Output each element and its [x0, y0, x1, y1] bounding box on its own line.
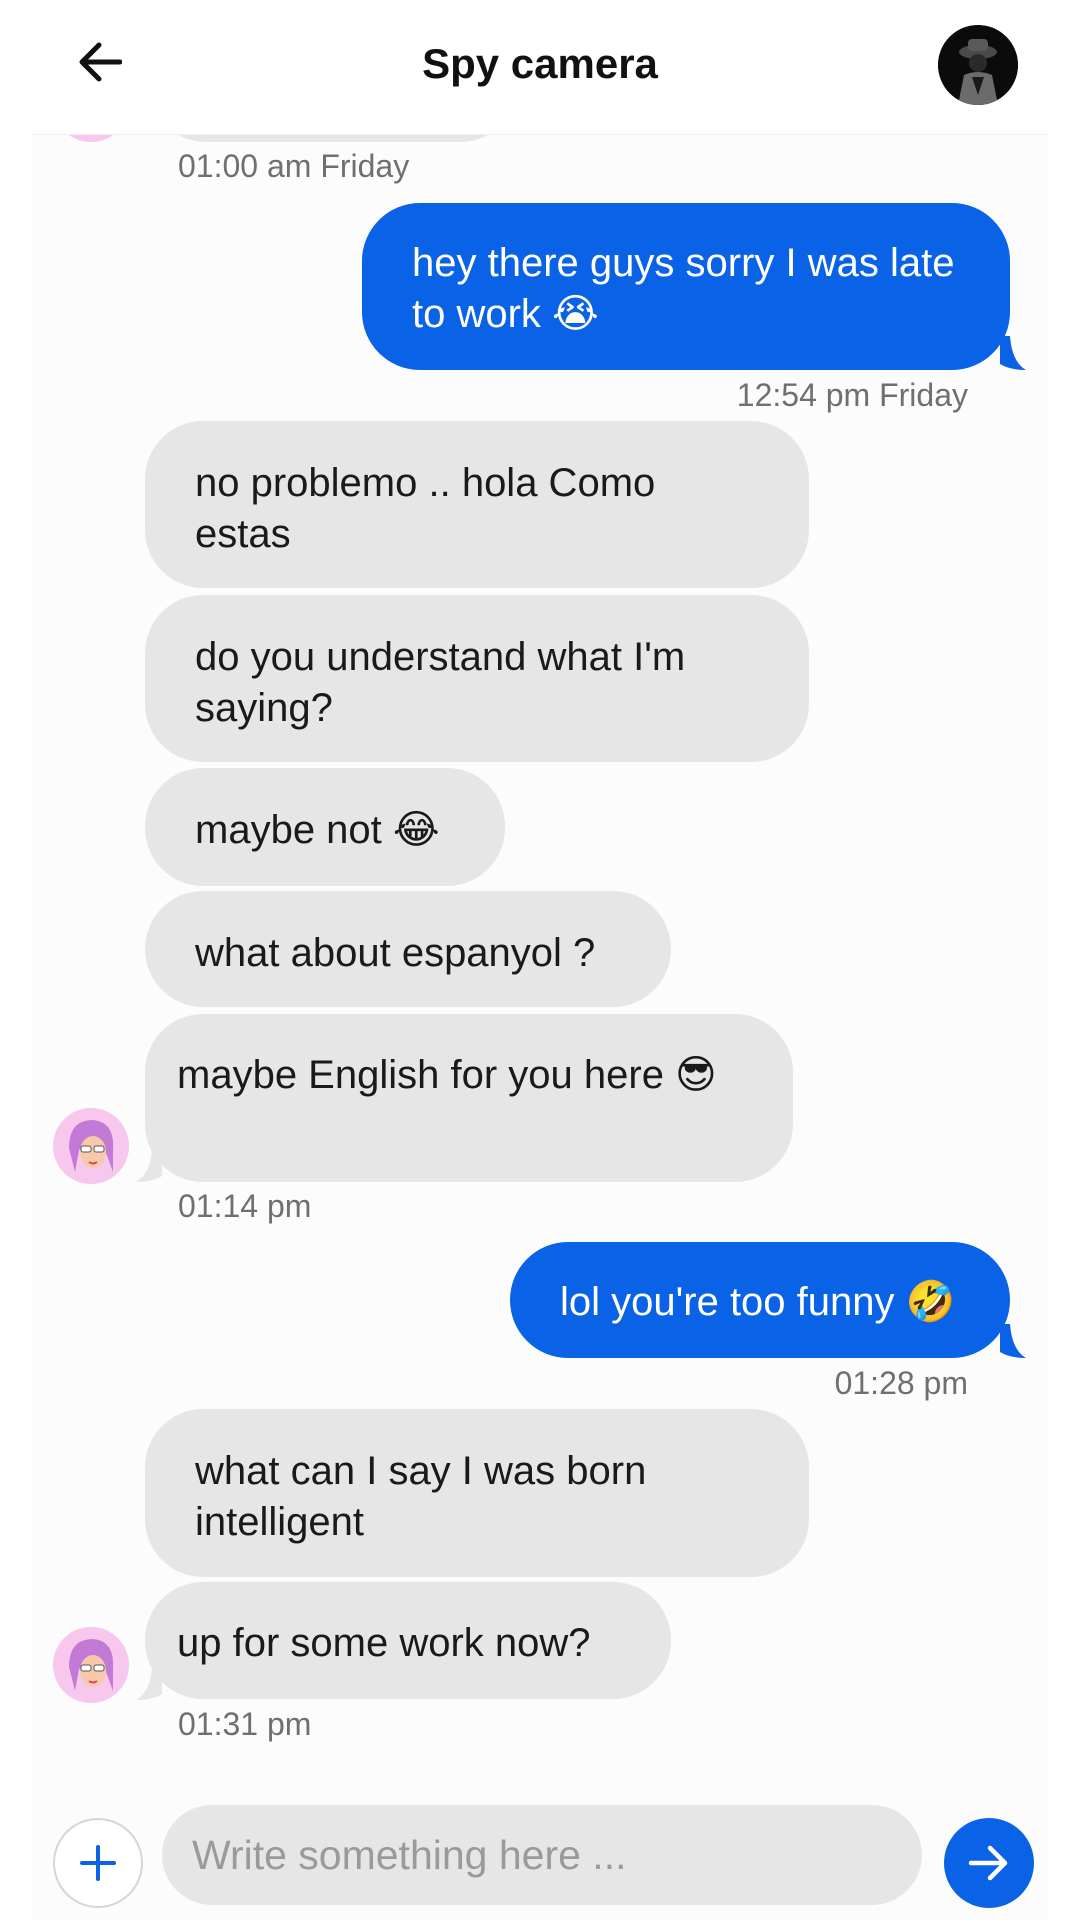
detective-avatar[interactable]: [938, 25, 1018, 105]
add-attachment-button[interactable]: [53, 1818, 143, 1908]
chat-screen: Spy camera 01:00 am Friday hey there guy…: [0, 0, 1080, 1920]
message-timestamp: 01:31 pm: [178, 1706, 312, 1742]
message-bubble-incoming[interactable]: what can I say I was born intelligent: [145, 1409, 809, 1577]
message-bubble-incoming[interactable]: no problemo .. hola Como estas: [145, 421, 809, 588]
header: Spy camera: [0, 0, 1080, 134]
message-timestamp: 01:00 am Friday: [178, 148, 410, 184]
message-bubble-outgoing[interactable]: hey there guys sorry I was late to work …: [362, 203, 1010, 370]
message-bubble-incoming[interactable]: maybe not 😂: [145, 768, 505, 886]
message-input[interactable]: [162, 1805, 922, 1905]
plus-icon: [80, 1845, 116, 1881]
contact-avatar[interactable]: [53, 1627, 129, 1703]
message-bubble-incoming[interactable]: do you understand what I'm saying?: [145, 595, 809, 762]
send-button[interactable]: [944, 1818, 1034, 1908]
message-bubble-outgoing[interactable]: lol you're too funny 🤣: [510, 1242, 1010, 1358]
message-timestamp: 01:14 pm: [178, 1188, 312, 1224]
message-bubble-incoming[interactable]: maybe English for you here 😎: [145, 1014, 793, 1182]
message-bubble-incoming[interactable]: what about espanyol ?: [145, 891, 671, 1007]
bubble-tail-incoming: [136, 1150, 162, 1182]
message-timestamp: 12:54 pm Friday: [736, 377, 968, 413]
message-bubble-incoming[interactable]: up for some work now?: [145, 1582, 671, 1699]
message-timestamp: 01:28 pm: [834, 1365, 968, 1401]
bubble-tail-outgoing: [1000, 336, 1026, 370]
page-title: Spy camera: [422, 40, 658, 87]
arrow-right-icon: [968, 1845, 1008, 1881]
bubble-tail-outgoing: [1000, 1324, 1026, 1358]
contact-avatar[interactable]: [53, 1108, 129, 1184]
